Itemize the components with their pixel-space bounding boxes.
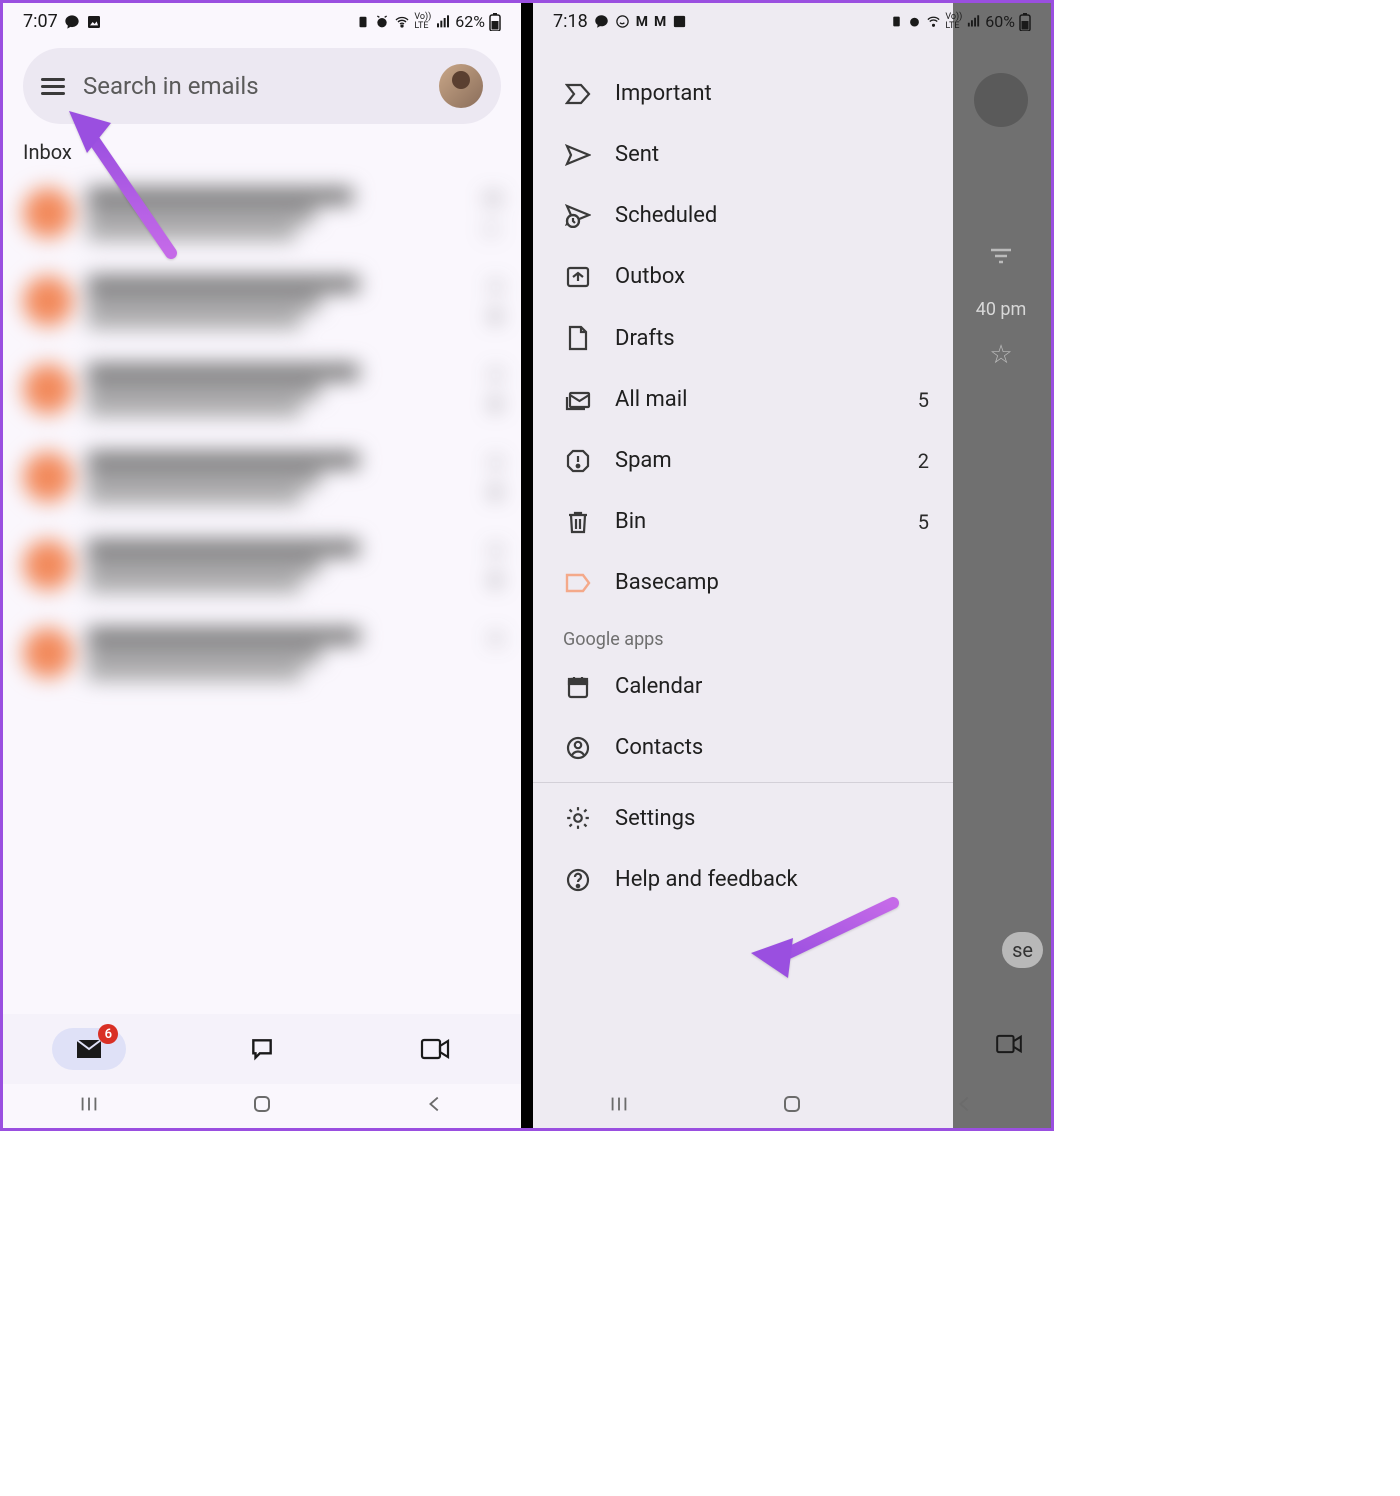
screenshot-divider: [521, 3, 533, 1128]
email-row[interactable]: n▾: [7, 526, 517, 614]
home-button[interactable]: [250, 1092, 274, 1120]
gmail-inbox-screen: 7:07 Vo))LTE 62% Sea: [3, 3, 521, 1128]
bottom-nav: 6: [3, 1014, 521, 1084]
meet-icon: [995, 1034, 1023, 1058]
battery-icon: [489, 13, 501, 31]
scheduled-icon: [563, 204, 593, 228]
volte-icon: Vo))LTE: [945, 13, 962, 31]
status-bar: 7:18 M M Vo))LTE 60%: [533, 3, 1051, 36]
important-icon: [563, 83, 593, 105]
bin-icon: [563, 510, 593, 534]
label-icon: [563, 573, 593, 593]
status-time: 7:07: [23, 11, 58, 32]
chat-bubble-icon: [594, 14, 609, 29]
drawer-item-scheduled[interactable]: Scheduled: [533, 185, 953, 246]
back-button[interactable]: [424, 1093, 446, 1119]
nav-mail[interactable]: 6: [52, 1028, 126, 1070]
alarm-icon: [907, 14, 922, 29]
battery-saver-icon: [890, 15, 903, 28]
signal-icon: [966, 14, 981, 29]
volte-icon: Vo))LTE: [414, 13, 431, 31]
allmail-icon: [563, 389, 593, 411]
chat-bubble-icon: [64, 14, 80, 30]
drawer-item-allmail[interactable]: All mail 5: [533, 369, 953, 430]
search-placeholder[interactable]: Search in emails: [83, 72, 421, 100]
recents-button[interactable]: [78, 1093, 100, 1119]
email-row[interactable]: n▾: [7, 262, 517, 350]
email-row[interactable]: n▾: [7, 350, 517, 438]
account-avatar[interactable]: [439, 64, 483, 108]
drawer-item-calendar[interactable]: Calendar: [533, 656, 953, 717]
star-icon: ☆: [989, 340, 1012, 370]
system-nav-bar: [3, 1084, 521, 1128]
email-time: 40 pm: [976, 299, 1027, 320]
email-row[interactable]: n▾: [7, 438, 517, 526]
battery-saver-icon: [356, 15, 370, 29]
sent-icon: [563, 144, 593, 166]
wifi-icon: [926, 14, 941, 29]
back-button[interactable]: [954, 1093, 976, 1119]
filter-icon: [989, 247, 1013, 269]
settings-icon: [563, 805, 593, 831]
drawer-item-help[interactable]: Help and feedback: [533, 849, 953, 910]
picture-icon: [672, 14, 687, 29]
background-peek: 40 pm ☆ se: [951, 3, 1051, 1128]
drawer-item-drafts[interactable]: Drafts: [533, 307, 953, 369]
whatsapp-icon: [615, 14, 630, 29]
gmail-m-icon: M: [636, 14, 648, 30]
account-avatar: [974, 73, 1028, 127]
gmail-m-icon: M: [654, 14, 666, 30]
outbox-icon: [563, 266, 593, 288]
compose-peek: se: [1002, 932, 1043, 968]
battery-percent: 60%: [985, 12, 1015, 31]
drawer-item-contacts[interactable]: Contacts: [533, 717, 953, 778]
email-row[interactable]: m☆: [7, 174, 517, 262]
drawer-item-sent[interactable]: Sent: [533, 124, 953, 185]
signal-icon: [435, 14, 451, 30]
battery-icon: [1019, 13, 1031, 31]
alarm-icon: [374, 14, 390, 30]
picture-icon: [86, 14, 102, 30]
inbox-label: Inbox: [3, 136, 521, 174]
email-row[interactable]: n: [7, 614, 517, 700]
calendar-icon: [563, 675, 593, 699]
drawer-item-important[interactable]: Important: [533, 63, 953, 124]
nav-meet[interactable]: [398, 1028, 472, 1070]
email-list: m☆ n▾ n▾ n▾ n▾ n: [3, 174, 521, 700]
drawer-section-header: Google apps: [533, 613, 953, 656]
battery-percent: 62%: [455, 12, 485, 31]
drafts-icon: [563, 325, 593, 351]
help-icon: [563, 868, 593, 892]
drawer-item-settings[interactable]: Settings: [533, 787, 953, 849]
recents-button[interactable]: [608, 1093, 630, 1119]
system-nav-bar: [533, 1084, 1051, 1128]
drawer-item-bin[interactable]: Bin 5: [533, 491, 953, 552]
gmail-drawer-screen: 40 pm ☆ se 7:18 M M Vo))LTE 60%: [533, 3, 1051, 1128]
search-bar[interactable]: Search in emails: [23, 48, 501, 124]
star-icon: ☆: [481, 217, 501, 242]
mail-badge: 6: [98, 1024, 118, 1044]
home-button[interactable]: [780, 1092, 804, 1120]
drawer-item-spam[interactable]: Spam 2: [533, 430, 953, 491]
navigation-drawer: Important Sent Scheduled Outbox Drafts: [533, 3, 953, 1128]
spam-icon: [563, 449, 593, 473]
divider: [533, 782, 953, 783]
nav-chat[interactable]: [225, 1028, 299, 1070]
wifi-icon: [394, 14, 410, 30]
status-time: 7:18: [553, 11, 588, 32]
contacts-icon: [563, 736, 593, 760]
status-bar: 7:07 Vo))LTE 62%: [3, 3, 521, 36]
drawer-item-label-basecamp[interactable]: Basecamp: [533, 552, 953, 613]
hamburger-menu-icon[interactable]: [41, 78, 65, 95]
drawer-item-outbox[interactable]: Outbox: [533, 246, 953, 307]
